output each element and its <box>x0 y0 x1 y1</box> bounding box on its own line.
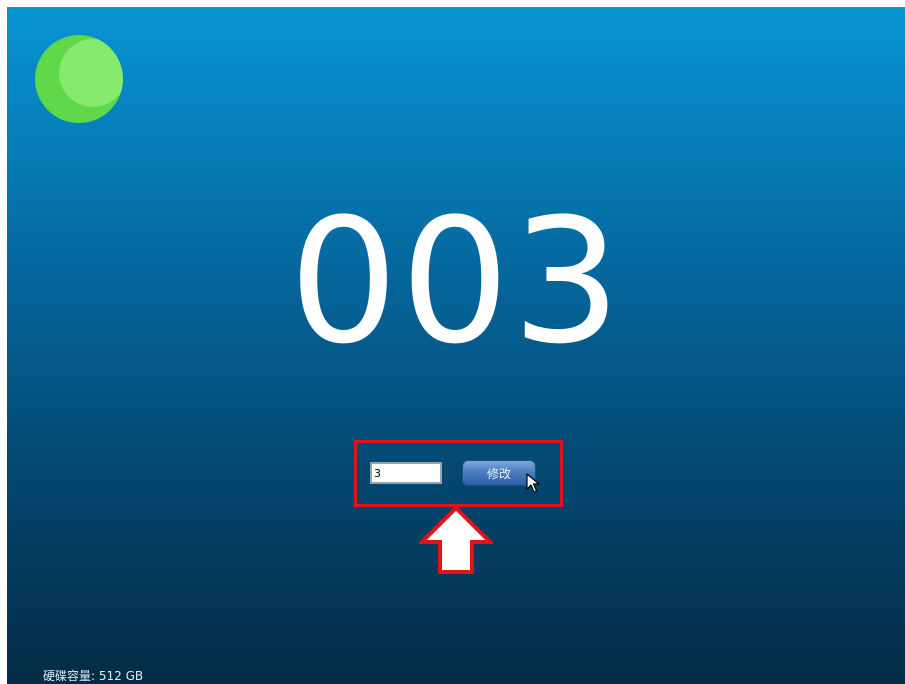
value-input[interactable] <box>370 462 442 484</box>
display-screen: 003 修改 硬碟容量: 512 GB <box>7 7 905 684</box>
mouse-cursor-icon <box>526 473 540 493</box>
disk-capacity-label: 硬碟容量: 512 GB <box>43 669 144 683</box>
modify-button[interactable]: 修改 <box>462 460 536 486</box>
up-arrow-icon <box>419 505 493 574</box>
counter-display: 003 <box>288 181 624 382</box>
status-light-icon <box>35 35 123 123</box>
